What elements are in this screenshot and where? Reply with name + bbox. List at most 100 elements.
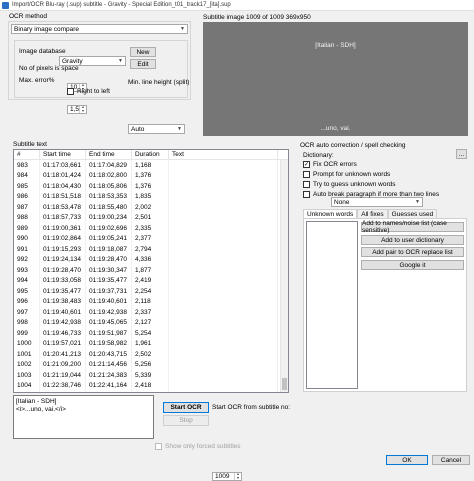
table-cell: 993	[14, 265, 40, 276]
table-cell: 984	[14, 170, 40, 181]
fix-ocr-errors-label: Fix OCR errors	[313, 161, 357, 168]
new-database-button[interactable]: New	[130, 47, 156, 57]
try-guess-checkbox[interactable]: Try to guess unknown words	[303, 181, 396, 188]
scrollbar-thumb[interactable]	[282, 378, 287, 390]
right-to-left-checkbox[interactable]: Right to left	[67, 88, 110, 95]
start-from-value: 1009	[215, 473, 230, 480]
table-cell: 2,377	[132, 233, 169, 244]
table-row[interactable]: 992 01:19:24,134 01:19:28,470 4,336	[14, 254, 288, 265]
table-row[interactable]: 988 01:18:57,733 01:19:00,234 2,501	[14, 212, 288, 223]
google-it-button[interactable]: Google it	[361, 260, 464, 270]
table-cell: 2,419	[132, 275, 169, 286]
preview-line-2: ...uno, vai.	[320, 125, 351, 132]
table-row[interactable]: 1004 01:22:38,746 01:22:41,164 2,418	[14, 380, 288, 391]
start-from-stepper[interactable]: 1009 ▲ ▼	[212, 472, 242, 481]
table-cell	[169, 370, 278, 381]
min-line-height-value: Auto	[131, 125, 145, 133]
table-row[interactable]: 984 01:18:01,424 01:18:02,800 1,376	[14, 170, 288, 181]
prompt-unknown-checkbox[interactable]: Prompt for unknown words	[303, 171, 390, 178]
dictionary-select[interactable]: None ▼	[331, 197, 423, 207]
table-row[interactable]: 1001 01:20:41,213 01:20:43,715 2,502	[14, 349, 288, 360]
table-row[interactable]: 995 01:19:35,477 01:19:37,731 2,254	[14, 286, 288, 297]
table-row[interactable]: 1002 01:21:09,200 01:21:14,456 5,256	[14, 359, 288, 370]
table-row[interactable]: 993 01:19:28,470 01:19:30,347 1,877	[14, 265, 288, 276]
table-row[interactable]: 991 01:19:15,293 01:19:18,087 2,794	[14, 244, 288, 255]
checkbox-box[interactable]	[303, 181, 310, 188]
add-user-dictionary-button[interactable]: Add to user dictionary	[361, 235, 464, 245]
checkbox-box[interactable]	[67, 88, 74, 95]
table-cell	[169, 317, 278, 328]
table-header: # Start time End time Duration Text	[14, 150, 288, 160]
table-cell	[169, 191, 278, 202]
table-cell: 1,376	[132, 170, 169, 181]
table-row[interactable]: 100501:22:43,12601:22:45,0031,877	[14, 391, 288, 392]
table-row[interactable]: 989 01:19:00,361 01:19:02,696 2,335	[14, 223, 288, 234]
max-error-stepper[interactable]: 1,5 ▲ ▼	[67, 105, 87, 114]
checkbox-checked[interactable]: ✓	[303, 161, 310, 168]
table-row[interactable]: 1003 01:21:19,044 01:21:24,383 5,339	[14, 370, 288, 381]
forced-only-checkbox[interactable]: Show only forced subtitles	[155, 443, 241, 450]
table-cell: 2,127	[132, 317, 169, 328]
table-cell: 01:19:30,347	[86, 265, 132, 276]
checkbox-box[interactable]	[155, 443, 162, 450]
start-from-label: Start OCR from subtitle no:	[212, 404, 291, 411]
dictionary-label: Dictionary:	[303, 152, 334, 159]
table-cell: 987	[14, 202, 40, 213]
checkbox-box[interactable]	[303, 191, 310, 198]
table-row[interactable]: 990 01:19:02,864 01:19:05,241 2,377	[14, 233, 288, 244]
add-ocr-pair-button[interactable]: Add pair to OCR replace list	[361, 247, 464, 257]
table-cell: 998	[14, 317, 40, 328]
table-cell: 01:21:24,383	[86, 370, 132, 381]
up-down-icon[interactable]: ▲ ▼	[234, 472, 241, 480]
stop-button[interactable]: Stop	[163, 415, 209, 426]
table-row[interactable]: 994 01:19:33,058 01:19:35,477 2,419	[14, 275, 288, 286]
table-row[interactable]: 997 01:19:40,601 01:19:42,938 2,337	[14, 307, 288, 318]
checkbox-box[interactable]	[303, 171, 310, 178]
unknown-words-list[interactable]	[306, 221, 358, 389]
table-cell: 01:19:35,477	[40, 286, 86, 297]
table-row[interactable]: 999 01:19:46,733 01:19:51,987 5,254	[14, 328, 288, 339]
dictionary-more-button[interactable]: ...	[456, 149, 467, 159]
current-subtitle-text[interactable]: [Italian - SDH] <i>...uno, vai.</i>	[13, 395, 154, 439]
table-cell: 5,339	[132, 370, 169, 381]
auto-break-checkbox[interactable]: Auto break paragraph if more than two li…	[303, 191, 439, 198]
table-cell: 01:19:45,065	[86, 317, 132, 328]
subtitle-table[interactable]: # Start time End time Duration Text 983 0…	[13, 149, 289, 393]
ocr-method-select[interactable]: Binary image compare ▼	[11, 24, 188, 34]
col-start-time[interactable]: Start time	[40, 150, 86, 159]
table-cell: 1005	[14, 391, 40, 392]
col-duration[interactable]: Duration	[132, 150, 169, 159]
table-row[interactable]: 986 01:18:51,518 01:18:53,353 1,835	[14, 191, 288, 202]
start-ocr-button[interactable]: Start OCR	[163, 402, 209, 413]
table-cell: 01:18:57,733	[40, 212, 86, 223]
table-row[interactable]: 996 01:19:38,483 01:19:40,601 2,118	[14, 296, 288, 307]
app-icon	[2, 1, 9, 9]
current-text-line-1: [Italian - SDH]	[16, 398, 57, 405]
table-cell: 01:19:40,601	[40, 307, 86, 318]
table-row[interactable]: 987 01:18:53,478 01:18:55,480 2,002	[14, 202, 288, 213]
table-row[interactable]: 1000 01:19:57,021 01:19:58,982 1,961	[14, 338, 288, 349]
table-scrollbar[interactable]	[280, 160, 288, 392]
table-cell	[169, 160, 278, 171]
min-line-height-select[interactable]: Auto ▼	[128, 124, 185, 134]
col-end-time[interactable]: End time	[86, 150, 132, 159]
col-text[interactable]: Text	[169, 150, 278, 159]
table-cell: 2,335	[132, 223, 169, 234]
table-cell: 01:18:05,806	[86, 181, 132, 192]
fix-ocr-errors-checkbox[interactable]: ✓ Fix OCR errors	[303, 161, 357, 168]
table-row[interactable]: 998 01:19:42,938 01:19:45,065 2,127	[14, 317, 288, 328]
table-cell	[169, 296, 278, 307]
add-names-button[interactable]: Add to names/noise list (case sensitive)	[361, 220, 464, 234]
cancel-button[interactable]: Cancel	[432, 455, 470, 465]
table-cell	[169, 391, 278, 392]
table-row[interactable]: 985 01:18:04,430 01:18:05,806 1,376	[14, 181, 288, 192]
table-cell: 1,168	[132, 160, 169, 171]
ocr-correction-label: OCR auto correction / spell checking	[300, 142, 406, 149]
col-number[interactable]: #	[14, 150, 40, 159]
table-cell: 1,877	[132, 391, 169, 392]
up-down-icon[interactable]: ▲ ▼	[79, 105, 86, 113]
max-error-label: Max. error%	[19, 77, 55, 84]
table-row[interactable]: 983 01:17:03,661 01:17:04,829 1,168	[14, 160, 288, 171]
edit-database-button[interactable]: Edit	[130, 59, 156, 69]
ok-button[interactable]: OK	[386, 455, 428, 465]
